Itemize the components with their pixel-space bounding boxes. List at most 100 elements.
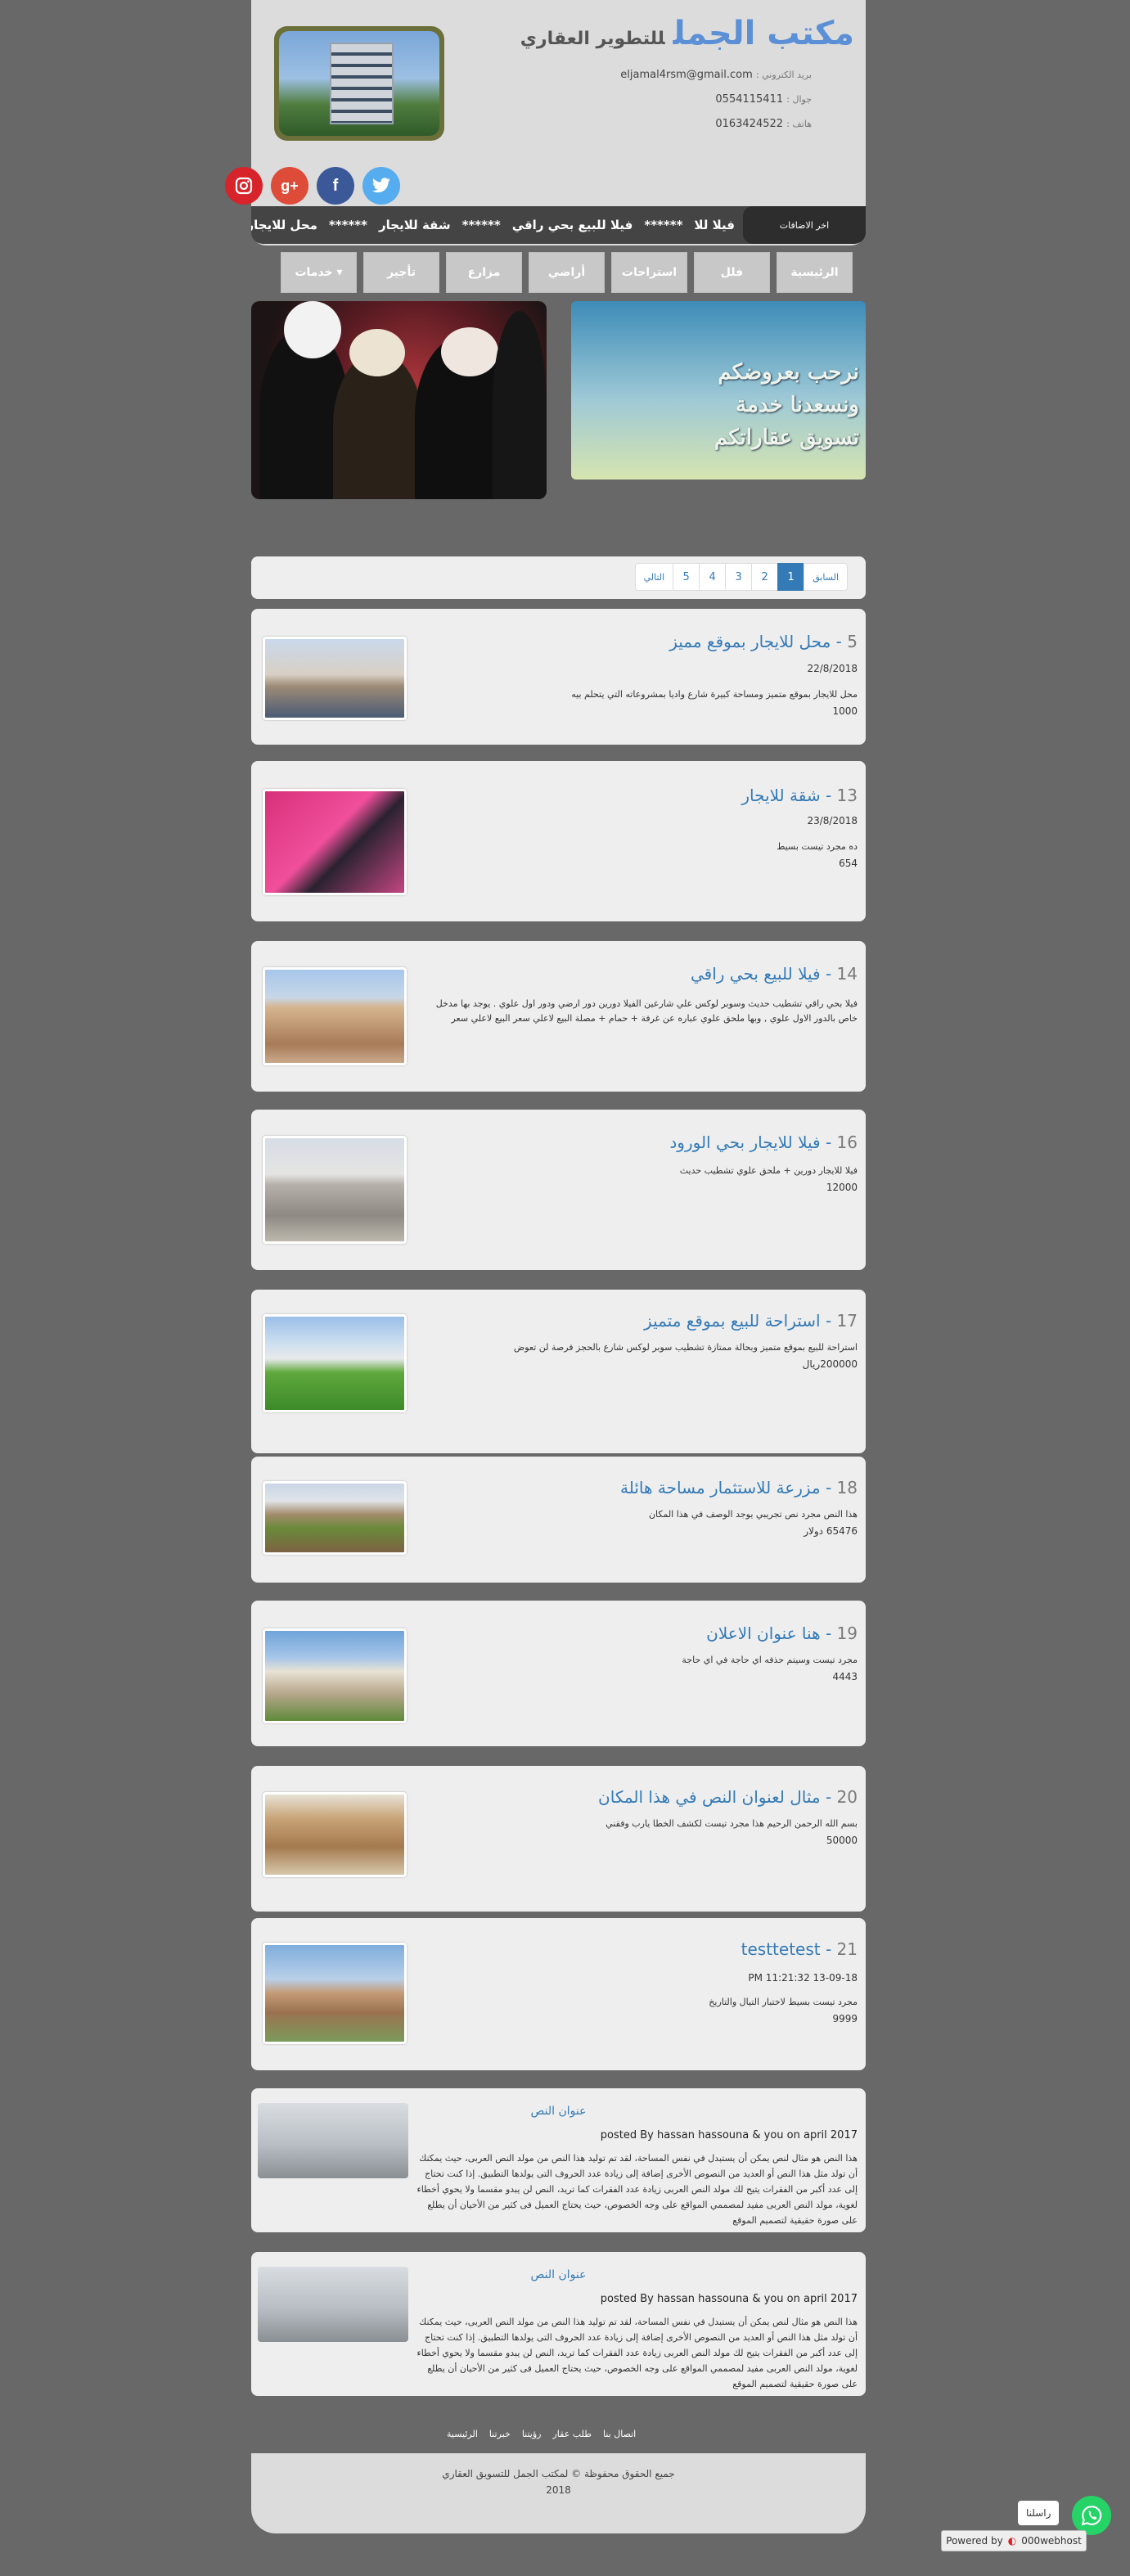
listing-price: 4443 bbox=[832, 1671, 858, 1682]
ticker-separator: ****** bbox=[644, 218, 683, 232]
listing-title[interactable]: 21 - testtetest bbox=[741, 1939, 858, 1959]
article-body: هذا النص هو مثال لنص يمكن أن يستبدل في ن… bbox=[416, 2317, 858, 2389]
latest-additions-ticker: اخر الاضافات محل للايجار بموقع مميز ****… bbox=[251, 206, 866, 244]
listing-description: مجرد تيست بسيط لاختبار التيال والتاريخ bbox=[709, 1997, 858, 2007]
nav-rest-houses[interactable]: استراحات bbox=[611, 252, 687, 293]
nav-home[interactable]: الرئيسية bbox=[777, 252, 853, 293]
instagram-icon[interactable] bbox=[225, 167, 263, 205]
banner-line-2: ونسعدنا خدمة bbox=[736, 393, 859, 417]
webhost-logo-icon: ◐ bbox=[1007, 2535, 1017, 2547]
listing-thumbnail[interactable] bbox=[263, 1136, 407, 1244]
article-body: هذا النص هو مثال لنص يمكن أن يستبدل في ن… bbox=[416, 2153, 858, 2226]
ticker-item[interactable]: محل للايجار بموقع مميز bbox=[251, 218, 317, 232]
powered-brand: 000webhost bbox=[1021, 2535, 1082, 2547]
listing-card: 5 - محل للايجار بموقع مميز 22/8/2018 محل… bbox=[251, 609, 866, 745]
banner-advert: نرحب بعروضكم ونسعدنا خدمة تسويق عقاراتكم bbox=[571, 301, 866, 480]
pagination-next[interactable]: التالي bbox=[634, 563, 674, 591]
listing-card: 13 - شقة للايجار 23/8/2018 ده مجرد تيست … bbox=[251, 761, 866, 921]
pagination-page-1[interactable]: 1 bbox=[777, 563, 805, 591]
listing-thumbnail[interactable] bbox=[263, 1792, 407, 1877]
listing-description: استراحة للبيع بموقع متميز وبحالة ممتازة … bbox=[513, 1342, 858, 1353]
listing-title[interactable]: 17 - استراحة للبيع بموقع متميز bbox=[644, 1311, 858, 1331]
listing-thumbnail[interactable] bbox=[263, 1314, 407, 1412]
pagination-prev[interactable]: السابق bbox=[804, 563, 848, 591]
ticker-item[interactable]: فيلا للا bbox=[694, 218, 735, 232]
listing-title[interactable]: 14 - فيلا للبيع بحي راقي bbox=[691, 964, 858, 984]
listing-thumbnail[interactable] bbox=[263, 637, 407, 720]
twitter-icon[interactable] bbox=[362, 167, 400, 205]
google-plus-icon[interactable]: g+ bbox=[271, 167, 308, 205]
article-title[interactable]: عنوان النص bbox=[251, 2268, 866, 2281]
contact-phone: هاتف : 0163424522 bbox=[715, 118, 812, 130]
ticker-items: محل للايجار بموقع مميز ****** شقة للايجا… bbox=[251, 206, 735, 244]
listing-title[interactable]: 19 - هنا عنوان الاعلان bbox=[706, 1624, 858, 1643]
listing-card: 14 - فيلا للبيع بحي راقي فيلا بحي راقي ت… bbox=[251, 941, 866, 1092]
listing-title[interactable]: 16 - فيلا للايجار بحي الورود bbox=[669, 1133, 858, 1152]
banner-line-3: تسويق عقاراتكم bbox=[714, 426, 859, 450]
facebook-icon[interactable]: f bbox=[317, 167, 354, 205]
listing-title[interactable]: 5 - محل للايجار بموقع مميز bbox=[669, 632, 858, 651]
listing-thumbnail[interactable] bbox=[263, 1628, 407, 1723]
site-logo[interactable]: مكتب الجمل للتطوير العقاري bbox=[520, 15, 854, 52]
listing-date: PM 11:21:32 13-09-18 bbox=[748, 1972, 858, 1984]
article-post: عنوان النص posted By hassan hassouna & y… bbox=[251, 2252, 866, 2396]
listing-description: محل للايجار بموقع متميز ومساحة كبيرة شار… bbox=[571, 689, 858, 700]
listing-thumbnail[interactable] bbox=[263, 1943, 407, 2044]
listing-title[interactable]: 13 - شقة للايجار bbox=[741, 786, 858, 805]
listing-thumbnail[interactable] bbox=[263, 789, 407, 895]
footer-link-experience[interactable]: خبرتنا bbox=[489, 2429, 511, 2439]
nav-rentals[interactable]: تأجير bbox=[363, 252, 439, 293]
nav-lands[interactable]: أراضي bbox=[529, 252, 605, 293]
email-value[interactable]: eljamal4rsm@gmail.com bbox=[620, 69, 752, 81]
listing-card: 19 - هنا عنوان الاعلان مجرد تيست وسيتم ح… bbox=[251, 1601, 866, 1746]
listing-price: 9999 bbox=[832, 2013, 858, 2024]
listing-date: 23/8/2018 bbox=[807, 815, 858, 826]
ticker-separator: ****** bbox=[461, 218, 501, 232]
listing-description: مجرد تيست وسيتم حذفه اي حاجة في اي حاجة bbox=[682, 1655, 858, 1665]
listing-title[interactable]: 18 - مزرعة للاستثمار مساحة هائلة bbox=[620, 1478, 858, 1497]
footer-link-vision[interactable]: رؤيتنا bbox=[522, 2429, 542, 2439]
listing-description: فيلا للايجار دورين + ملحق علوي تشطيب حدي… bbox=[679, 1165, 858, 1176]
article-post: عنوان النص posted By hassan hassouna & y… bbox=[251, 2088, 866, 2232]
listing-price: 50000 bbox=[826, 1835, 858, 1846]
listing-price: 654 bbox=[839, 858, 858, 869]
nav-services-dropdown[interactable]: خدمات ▾ bbox=[281, 252, 357, 293]
listing-card: 21 - testtetest PM 11:21:32 13-09-18 مجر… bbox=[251, 1918, 866, 2070]
nav-farms[interactable]: مزارع bbox=[446, 252, 522, 293]
footer-link-request[interactable]: طلب عقار bbox=[553, 2429, 592, 2439]
listing-thumbnail[interactable] bbox=[263, 967, 407, 1065]
pagination-page-4[interactable]: 4 bbox=[699, 563, 727, 591]
site-footer: جميع الحقوق محفوظة © لمكتب الجمل للتسويق… bbox=[251, 2453, 866, 2533]
pagination-page-2[interactable]: 2 bbox=[751, 563, 779, 591]
pagination: السابق 1 2 3 4 5 التالي bbox=[634, 563, 848, 591]
whatsapp-icon[interactable] bbox=[1072, 2496, 1111, 2535]
ticker-item[interactable]: شقة للايجار bbox=[379, 218, 451, 232]
listing-description: فيلا بحي راقي تشطيب حديث وسوبر لوكس علي … bbox=[435, 998, 858, 1024]
powered-by-badge[interactable]: Powered by ◐ 000webhost bbox=[941, 2530, 1087, 2551]
banner-line-1: نرحب بعروضكم bbox=[718, 360, 859, 385]
listing-price: 12000 bbox=[826, 1182, 858, 1193]
pagination-page-3[interactable]: 3 bbox=[725, 563, 753, 591]
powered-label: Powered by bbox=[946, 2535, 1003, 2547]
header-building-photo bbox=[274, 26, 444, 141]
article-byline: posted By hassan hassouna & you on april… bbox=[600, 2293, 858, 2305]
article-title[interactable]: عنوان النص bbox=[251, 2105, 866, 2118]
listing-price: 1000 bbox=[832, 705, 858, 717]
listing-price: 65476 دولار bbox=[804, 1525, 858, 1537]
pagination-page-5[interactable]: 5 bbox=[673, 563, 700, 591]
footer-copyright: جميع الحقوق محفوظة © لمكتب الجمل للتسويق… bbox=[442, 2468, 675, 2479]
brand-name: مكتب الجمل bbox=[673, 15, 854, 52]
ticker-separator: ****** bbox=[328, 218, 367, 232]
whatsapp-tooltip: راسلنا bbox=[1018, 2501, 1060, 2525]
footer-link-contact[interactable]: اتصال بنا bbox=[603, 2429, 636, 2439]
listing-description: بسم الله الرحمن الرحيم هذا مجرد تيست لكش… bbox=[606, 1818, 858, 1829]
banner-photo bbox=[251, 301, 547, 499]
listing-thumbnail[interactable] bbox=[263, 1481, 407, 1555]
listing-card: 20 - مثال لعنوان النص في هذا المكان بسم … bbox=[251, 1766, 866, 1912]
listing-title[interactable]: 20 - مثال لعنوان النص في هذا المكان bbox=[598, 1787, 858, 1807]
nav-villas[interactable]: فلل bbox=[694, 252, 770, 293]
footer-link-home[interactable]: الرئيسية bbox=[447, 2429, 478, 2439]
ticker-item[interactable]: فيلا للبيع بحي راقي bbox=[512, 218, 633, 232]
ticker-label: اخر الاضافات bbox=[743, 206, 866, 244]
social-links: g+ f bbox=[214, 167, 411, 205]
